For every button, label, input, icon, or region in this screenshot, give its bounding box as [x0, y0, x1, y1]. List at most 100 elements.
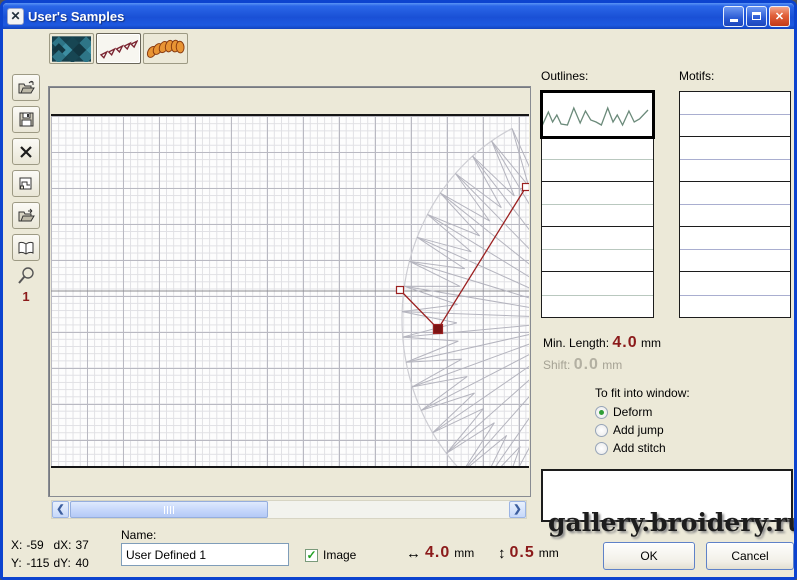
- open-folder-icon: [18, 80, 35, 95]
- close-button[interactable]: ✕: [769, 6, 790, 27]
- outlines-cell[interactable]: [542, 272, 653, 317]
- stitch-width-row: ↔ 4.0 mm: [406, 544, 474, 562]
- radio-add-jump-label: Add jump: [613, 423, 664, 437]
- shift-label: Shift:: [543, 358, 570, 372]
- preview-line: [680, 114, 790, 115]
- image-checkbox-label: Image: [323, 548, 356, 562]
- import-folder-icon: [18, 208, 35, 223]
- fill-pattern-icon: [52, 36, 91, 62]
- horizontal-arrow-icon: ↔: [406, 545, 421, 562]
- reshape-button[interactable]: [12, 170, 40, 197]
- zoom-indicator[interactable]: 1: [12, 266, 40, 304]
- scrollbar-track[interactable]: [69, 501, 509, 518]
- shift-row: Shift: 0.0 mm: [543, 356, 622, 374]
- stitch-height-value[interactable]: 0.5: [510, 544, 535, 562]
- radio-add-jump-circle[interactable]: [595, 424, 608, 437]
- sample-canvas[interactable]: [48, 86, 531, 497]
- preview-line: [542, 159, 653, 160]
- users-samples-dialog: ✕ User's Samples ✕: [0, 0, 797, 580]
- grid-area[interactable]: [51, 114, 529, 468]
- min-length-value[interactable]: 4.0: [612, 334, 637, 351]
- preview-line: [680, 295, 790, 296]
- save-button[interactable]: [12, 106, 40, 133]
- motif-outline-icon: [99, 37, 138, 61]
- motifs-label: Motifs:: [679, 69, 714, 83]
- min-length-row: Min. Length: 4.0 mm: [543, 334, 661, 352]
- stitch-width-value[interactable]: 4.0: [425, 544, 450, 562]
- dx-value: 37: [76, 536, 93, 554]
- save-icon: [19, 112, 34, 127]
- outlines-list[interactable]: [541, 91, 654, 318]
- selected-outline-zigzag: [542, 92, 649, 133]
- reshape-icon: [18, 176, 34, 191]
- horizontal-scrollbar[interactable]: ❮ ❯: [51, 500, 527, 519]
- outlines-cell[interactable]: [542, 137, 653, 182]
- y-label: Y:: [11, 554, 26, 572]
- open-button[interactable]: [12, 74, 40, 101]
- preview-line: [680, 249, 790, 250]
- coordinates-readout: X: -59 dX: 37 Y: -115 dY: 40: [11, 536, 93, 572]
- scroll-left-button[interactable]: ❮: [52, 501, 69, 518]
- x-value: -59: [26, 536, 53, 554]
- radio-deform-label: Deform: [613, 405, 652, 419]
- image-checkbox[interactable]: ✓: [305, 549, 318, 562]
- ok-button[interactable]: OK: [603, 542, 695, 570]
- shift-value: 0.0: [574, 356, 599, 373]
- fill-pattern-sample-button[interactable]: [49, 33, 94, 64]
- shift-unit: mm: [602, 358, 622, 372]
- y-value: -115: [26, 554, 53, 572]
- preview-line: [542, 204, 653, 205]
- motifs-cell[interactable]: [680, 137, 790, 182]
- stitch-height-row: ↕ 0.5 mm: [498, 544, 559, 562]
- name-input[interactable]: [121, 543, 289, 566]
- import-button[interactable]: [12, 202, 40, 229]
- min-length-label: Min. Length:: [543, 336, 609, 350]
- cord-icon: [146, 37, 185, 61]
- preview-line: [542, 249, 653, 250]
- radio-deform-circle[interactable]: [595, 406, 608, 419]
- preview-line: [542, 295, 653, 296]
- motifs-list[interactable]: [679, 91, 791, 318]
- library-button[interactable]: [12, 234, 40, 261]
- dx-label: dX:: [53, 536, 75, 554]
- fit-into-window-label: To fit into window:: [595, 386, 690, 400]
- sample-type-toolbar: [49, 33, 190, 64]
- outlines-cell[interactable]: [542, 227, 653, 272]
- radio-add-stitch[interactable]: Add stitch: [595, 441, 666, 455]
- dy-label: dY:: [53, 554, 75, 572]
- motifs-cell[interactable]: [680, 272, 790, 317]
- minimize-button[interactable]: [723, 6, 744, 27]
- scrollbar-thumb[interactable]: [70, 501, 268, 518]
- outlines-cell[interactable]: [542, 182, 653, 227]
- outlines-label: Outlines:: [541, 69, 588, 83]
- cord-sample-button[interactable]: [143, 33, 188, 64]
- zoom-level-value: 1: [12, 289, 40, 304]
- delete-x-icon: [19, 145, 33, 159]
- image-checkbox-row[interactable]: ✓ Image: [305, 548, 356, 562]
- preview-line: [680, 204, 790, 205]
- motif-node[interactable]: [397, 287, 404, 294]
- min-length-unit: mm: [641, 336, 661, 350]
- left-toolbar: 1: [12, 74, 40, 304]
- title-bar[interactable]: ✕ User's Samples ✕: [3, 3, 794, 29]
- radio-add-stitch-label: Add stitch: [613, 441, 666, 455]
- radio-add-stitch-circle[interactable]: [595, 442, 608, 455]
- scroll-right-button[interactable]: ❯: [509, 501, 526, 518]
- motifs-cell[interactable]: [680, 182, 790, 227]
- motif-outline-sample-button[interactable]: [96, 33, 141, 64]
- dy-value: 40: [76, 554, 93, 572]
- motifs-cell[interactable]: [680, 92, 790, 137]
- motif-node[interactable]: [523, 184, 530, 191]
- motifs-cell[interactable]: [680, 227, 790, 272]
- radio-add-jump[interactable]: Add jump: [595, 423, 664, 437]
- cancel-button[interactable]: Cancel: [706, 542, 794, 570]
- delete-button[interactable]: [12, 138, 40, 165]
- stitch-height-unit: mm: [539, 546, 559, 560]
- motif-node-selected[interactable]: [434, 325, 443, 334]
- radio-deform[interactable]: Deform: [595, 405, 652, 419]
- app-icon: ✕: [7, 8, 24, 25]
- maximize-button[interactable]: [746, 6, 767, 27]
- outlines-cell[interactable]: [542, 92, 653, 137]
- book-icon: [18, 241, 34, 255]
- fan-preview-drawing: [51, 116, 529, 466]
